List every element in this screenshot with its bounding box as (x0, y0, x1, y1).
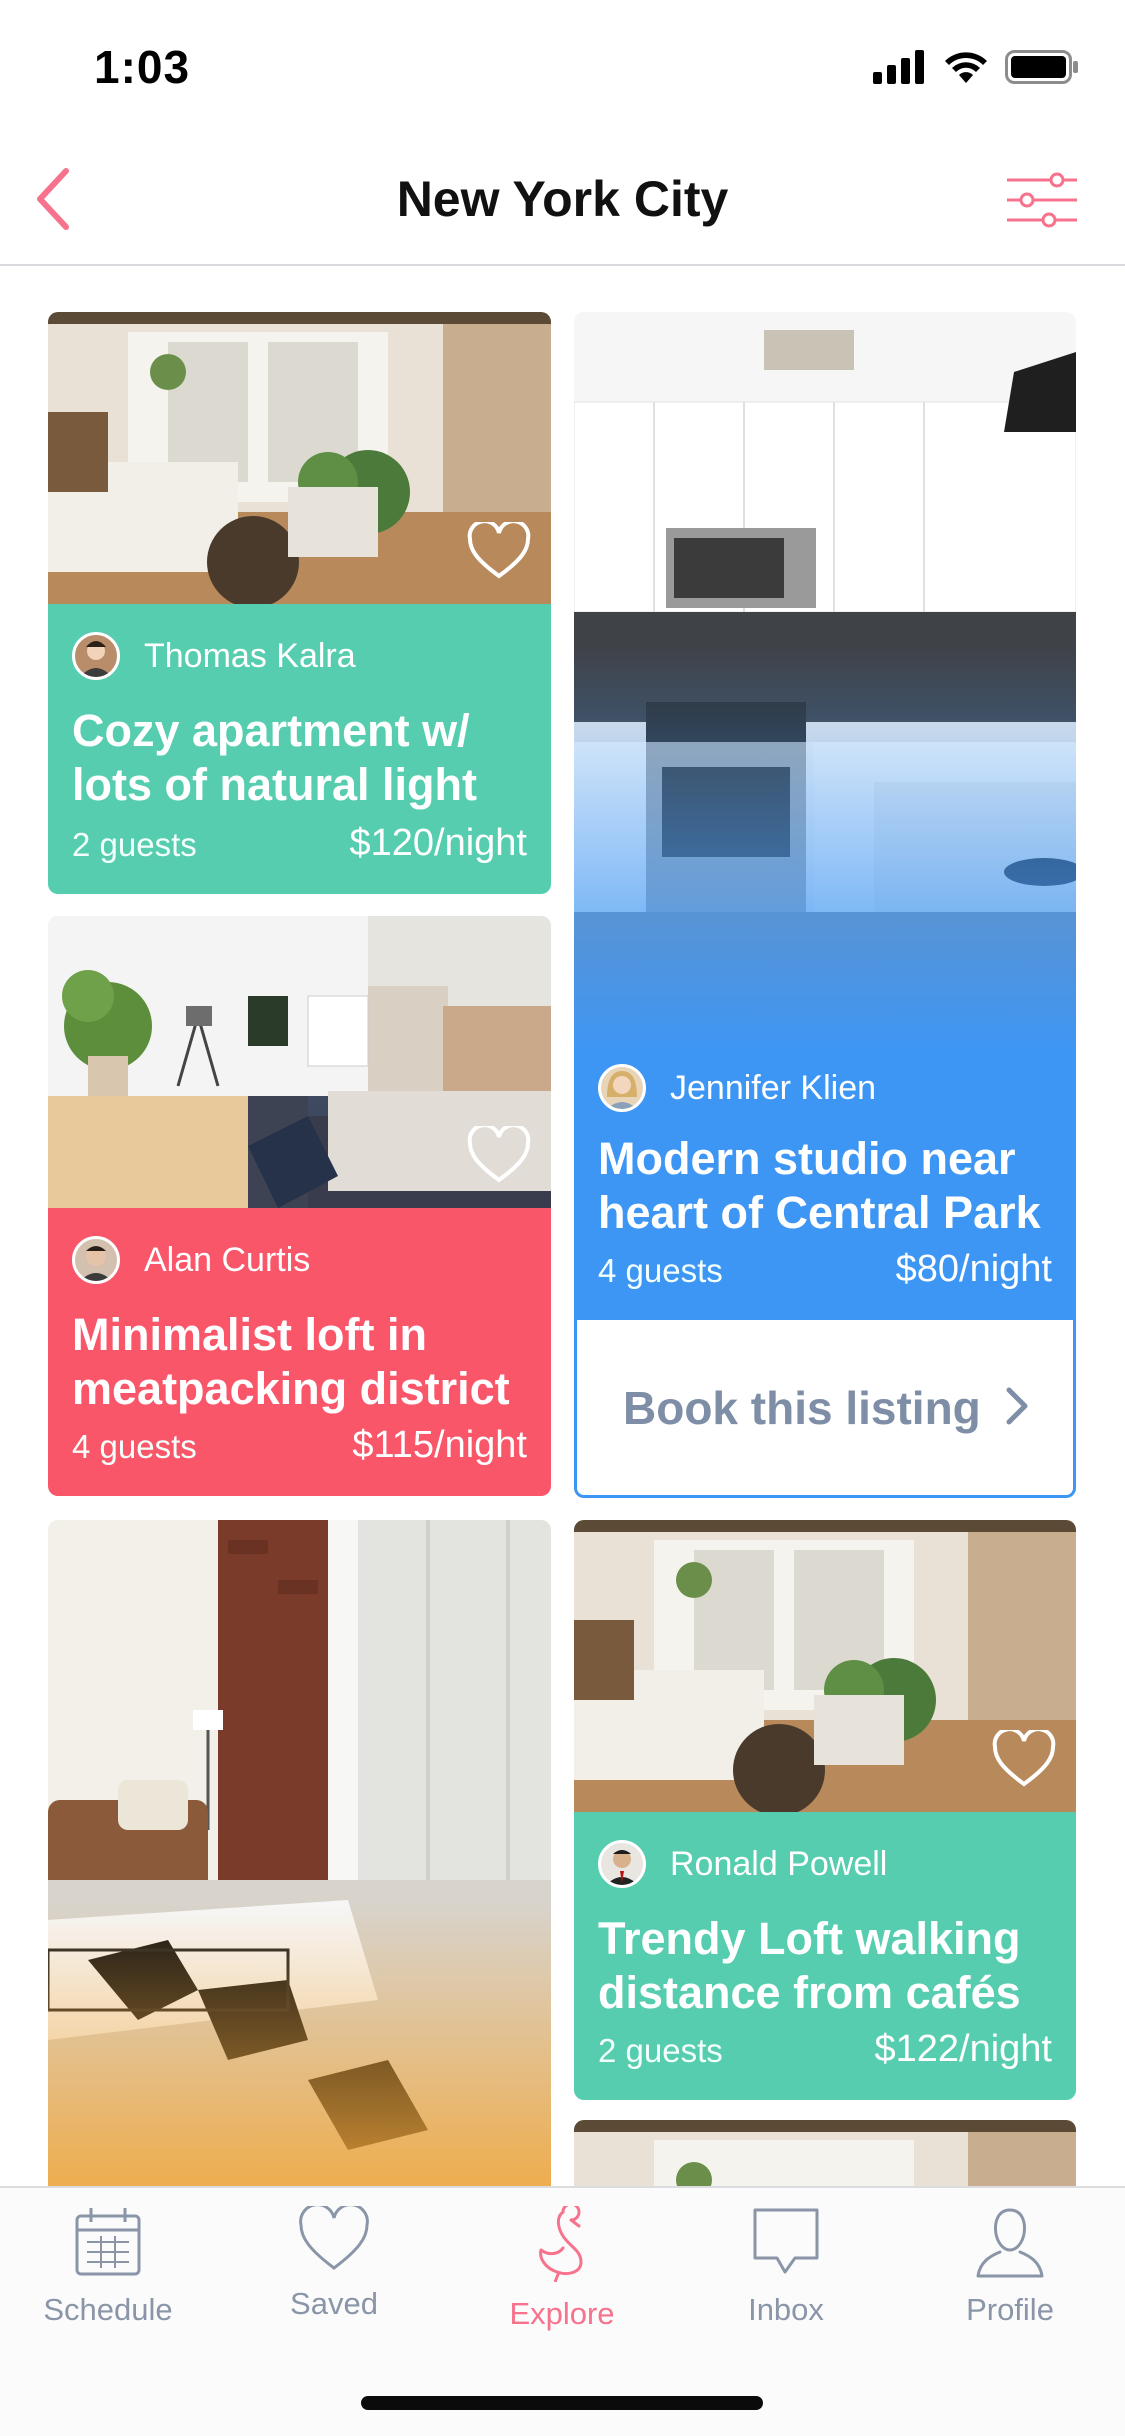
listing-card[interactable]: Ronald Powell Trendy Loft walking distan… (574, 1520, 1076, 2100)
listing-photo (574, 1520, 1076, 1812)
flamingo-icon (539, 2206, 583, 2282)
chat-bubble-icon (753, 2208, 819, 2274)
listing-photo (48, 916, 551, 1208)
heart-icon[interactable] (467, 522, 531, 580)
listing-title: Minimalist loft in meatpacking district (72, 1309, 510, 1414)
listing-card[interactable] (574, 2120, 1076, 2188)
avatar (598, 1840, 646, 1888)
wifi-icon (945, 52, 987, 83)
avatar (72, 632, 120, 680)
guest-count: 4 guests (72, 1428, 197, 1465)
tab-label: Inbox (748, 2292, 824, 2327)
heart-icon[interactable] (992, 1730, 1056, 1788)
host-row: Thomas Kalra (72, 632, 356, 680)
sliders-icon (1007, 172, 1077, 228)
heart-icon (299, 2206, 369, 2270)
host-row: Ronald Powell (598, 1840, 887, 1888)
listing-photo (48, 312, 551, 604)
status-bar: 1:03 (0, 0, 1125, 132)
price: $115/night (352, 1424, 527, 1466)
tab-profile[interactable]: Profile (920, 2206, 1100, 2346)
listing-photo (574, 2120, 1076, 2188)
host-row: Jennifer Klien (598, 1064, 876, 1112)
guest-count: 2 guests (598, 2032, 723, 2069)
listing-photo (48, 1520, 551, 2188)
tab-label: Saved (290, 2286, 378, 2321)
tab-label: Explore (509, 2296, 615, 2331)
host-name: Thomas Kalra (144, 636, 356, 675)
listing-info: Thomas Kalra Cozy apartment w/ lots of n… (48, 604, 551, 894)
home-indicator (361, 2396, 763, 2410)
listing-title: Trendy Loft walking distance from cafés (598, 1913, 1021, 2018)
tab-saved[interactable]: Saved (244, 2206, 424, 2346)
person-icon (976, 2208, 1044, 2278)
signal-icon (873, 50, 924, 84)
price: $80/night (895, 1248, 1052, 1290)
listing-title: Modern studio near heart of Central Park (598, 1133, 1041, 1238)
status-time: 1:03 (94, 41, 191, 93)
nav-bar: New York City (0, 132, 1125, 266)
filter-button[interactable] (1005, 168, 1079, 232)
host-name: Jennifer Klien (670, 1068, 877, 1107)
listing-info: Jennifer Klien Modern studio near heart … (574, 1052, 1076, 1322)
tab-label: Schedule (43, 2292, 173, 2327)
listing-card[interactable] (48, 1520, 551, 2188)
guest-count: 4 guests (598, 1252, 723, 1289)
calendar-icon (75, 2208, 141, 2276)
tab-schedule[interactable]: Schedule (18, 2206, 198, 2346)
avatar (598, 1064, 646, 1112)
host-name: Alan Curtis (144, 1240, 311, 1279)
page-title: New York City (396, 171, 729, 227)
listing-title: Cozy apartment w/ lots of natural light (72, 705, 477, 810)
chevron-right-icon (1006, 1387, 1028, 1425)
listing-info: Ronald Powell Trendy Loft walking distan… (574, 1812, 1076, 2100)
listing-card[interactable]: Thomas Kalra Cozy apartment w/ lots of n… (48, 312, 551, 894)
listing-info: Alan Curtis Minimalist loft in meatpacki… (48, 1208, 551, 1496)
listing-card[interactable]: Jennifer Klien Modern studio near heart … (574, 312, 1076, 1322)
tab-explore[interactable]: Explore (472, 2206, 652, 2346)
status-icons (873, 50, 1079, 84)
listings-grid: Thomas Kalra Cozy apartment w/ lots of n… (0, 268, 1125, 2188)
price: $122/night (874, 2028, 1053, 2070)
battery-icon (1005, 50, 1078, 84)
listing-photo (574, 312, 1076, 1052)
book-button-label: Book this listing (623, 1381, 981, 1434)
guest-count: 2 guests (72, 826, 197, 863)
tab-inbox[interactable]: Inbox (696, 2206, 876, 2346)
tab-label: Profile (966, 2292, 1054, 2327)
book-listing-button[interactable]: Book this listing (574, 1320, 1076, 1498)
host-name: Ronald Powell (670, 1844, 888, 1883)
host-row: Alan Curtis (72, 1236, 310, 1284)
listing-card[interactable]: Alan Curtis Minimalist loft in meatpacki… (48, 916, 551, 1496)
avatar (72, 1236, 120, 1284)
price: $120/night (349, 822, 528, 864)
heart-icon[interactable] (467, 1126, 531, 1184)
